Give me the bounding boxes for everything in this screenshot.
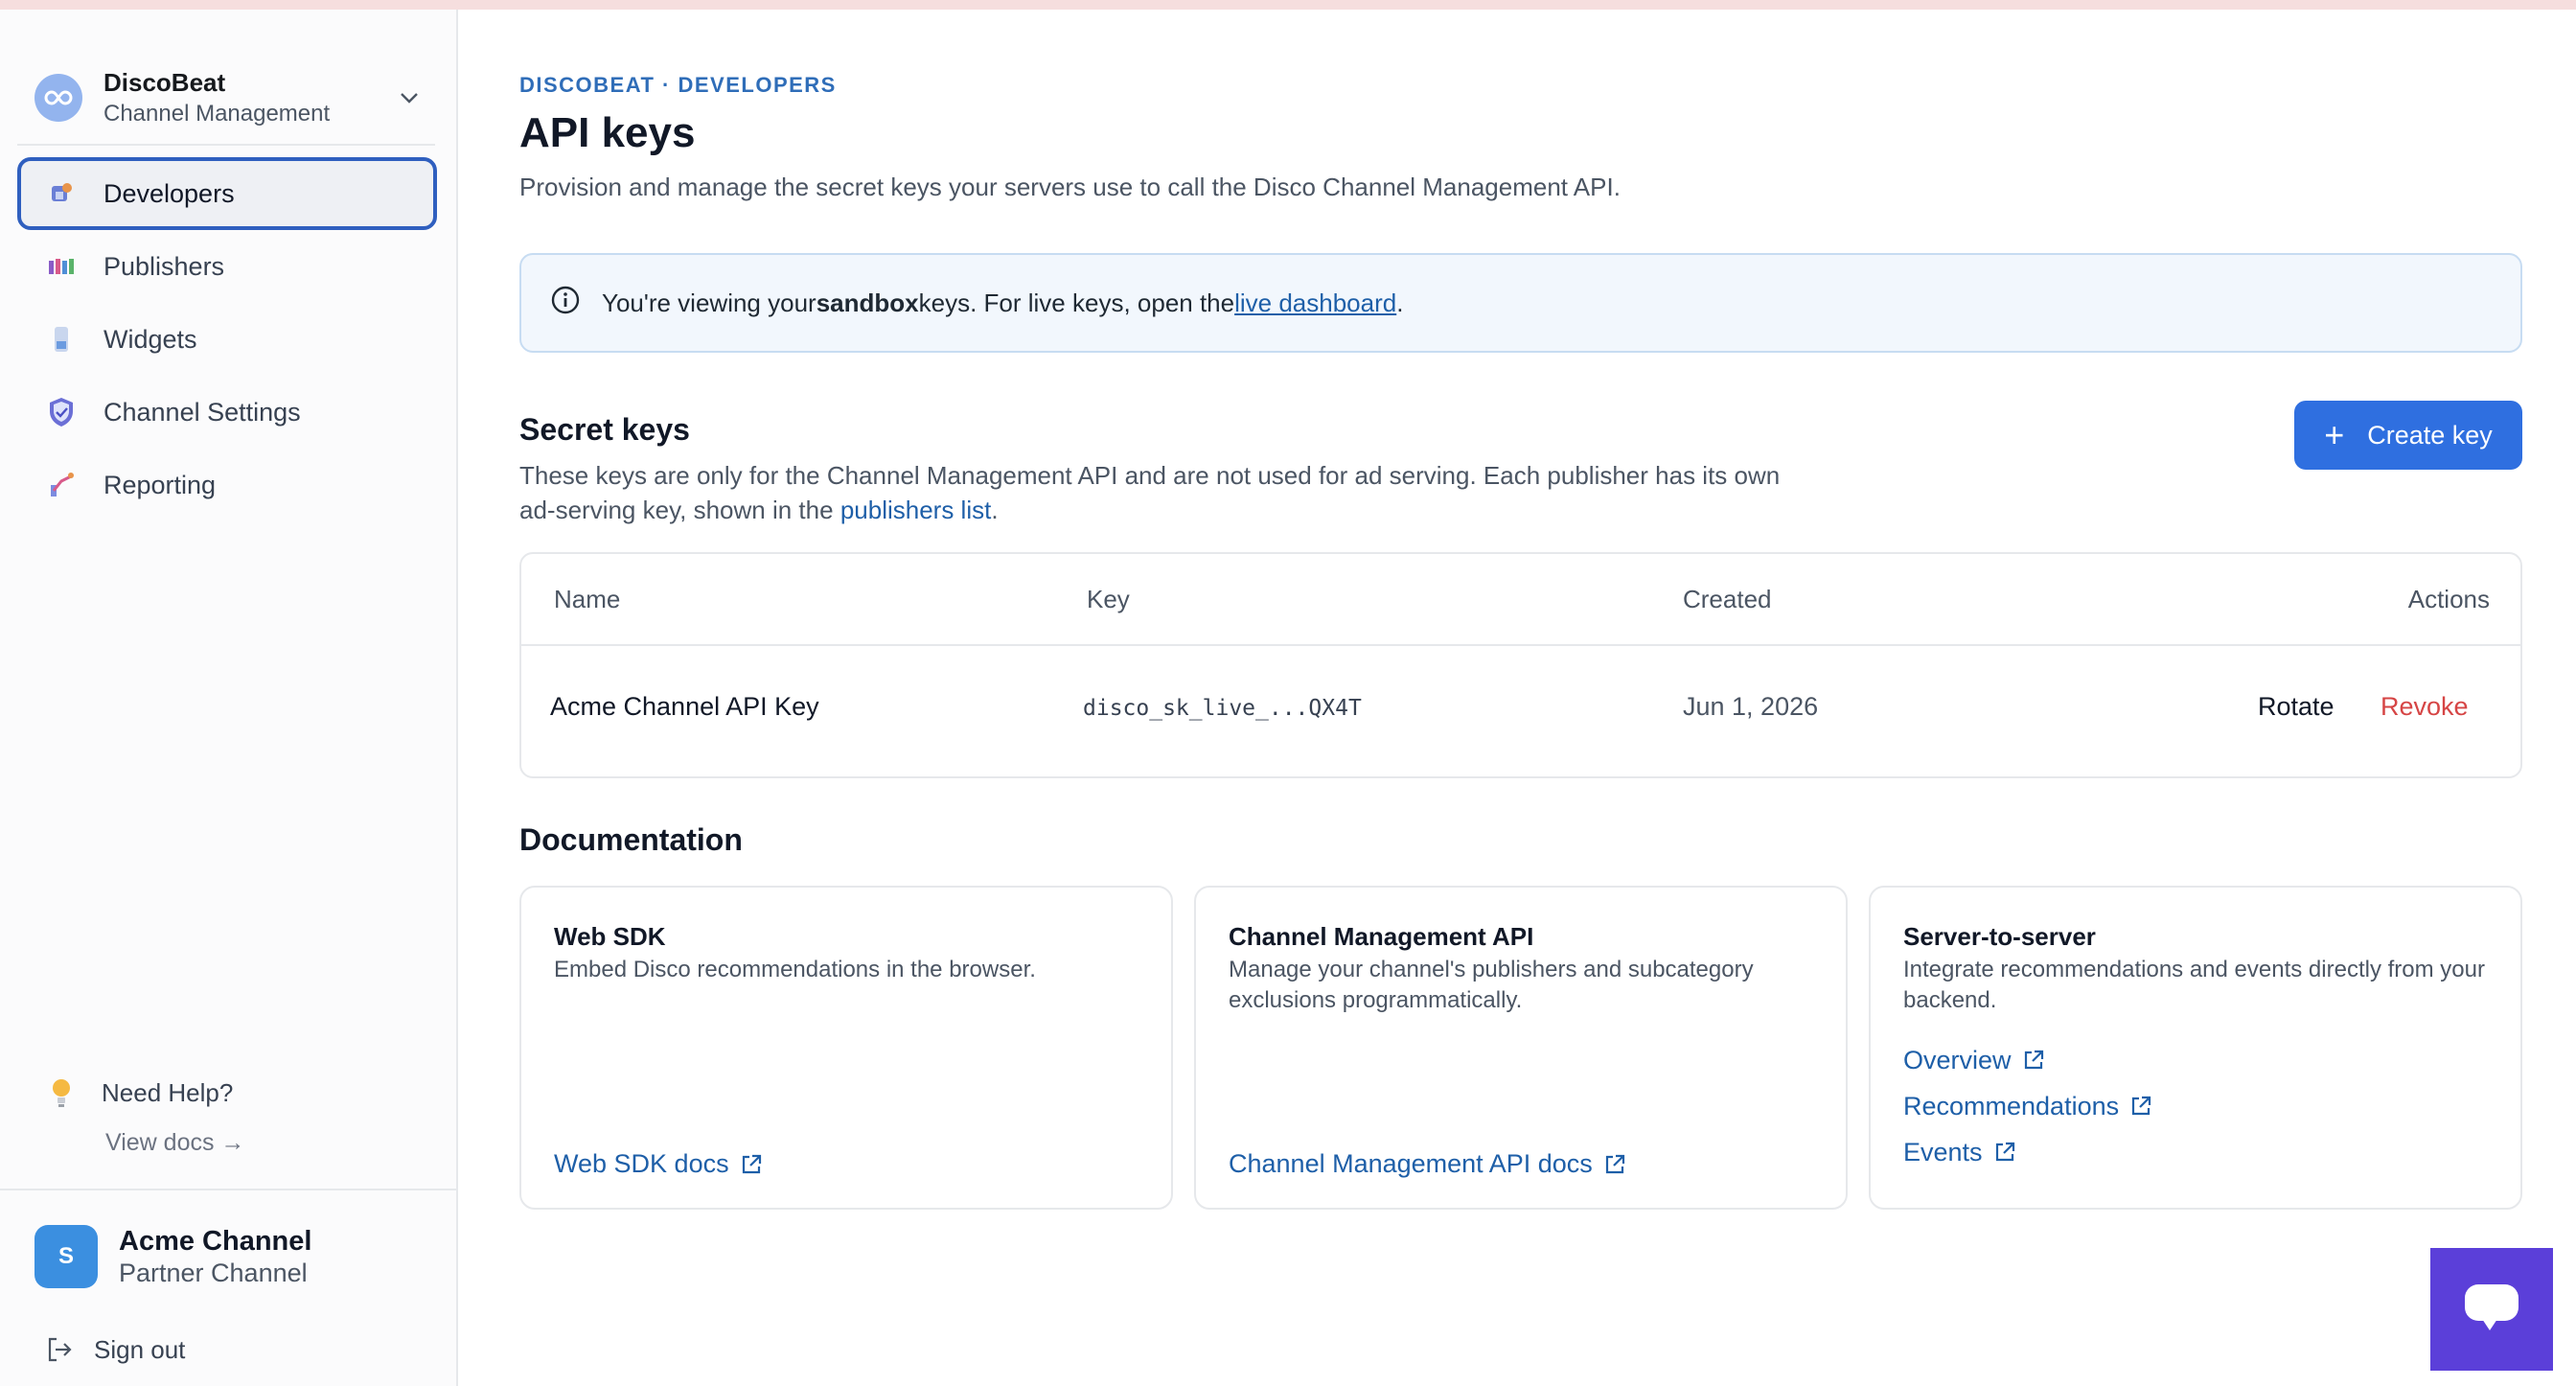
sidebar-item-label: Channel Settings [104,397,301,427]
sidebar-item-widgets[interactable]: Widgets [17,303,437,376]
doc-card-channel-management-api: Channel Management API Manage your chann… [1194,886,1848,1210]
chevron-down-icon[interactable] [395,83,424,112]
secret-keys-description: These keys are only for the Channel Mana… [519,458,1804,527]
documentation-title: Documentation [519,822,743,857]
channel-management-api-docs-link[interactable]: Channel Management API docs [1229,1149,1627,1179]
recommendations-link[interactable]: Recommendations [1903,1083,2488,1129]
sidebar-divider [0,1189,456,1190]
sidebar-item-developers[interactable]: Developers [17,157,437,230]
avatar: S [34,1225,98,1288]
create-key-label: Create key [2367,420,2493,450]
column-header-created: Created [1683,585,1772,613]
banner-text-prefix: You're viewing your [602,288,816,317]
publishers-icon [44,249,79,284]
info-icon [550,285,581,322]
sidebar-item-label: Developers [104,178,235,208]
user-profile[interactable]: S Acme Channel Partner Channel [34,1225,311,1288]
top-strip [0,0,2576,10]
column-header-name: Name [554,585,621,613]
keys-table: Name Key Created Actions Acme Channel AP… [519,552,2522,778]
events-link[interactable]: Events [1903,1129,2488,1175]
external-link-icon [739,1152,764,1177]
table-row: Acme Channel API Key disco_sk_live_...QX… [521,646,2520,776]
page-description: Provision and manage the secret keys you… [519,173,1621,201]
card-title: Server-to-server [1903,922,2096,951]
recommendations-label: Recommendations [1903,1091,2120,1120]
doc-card-web-sdk: Web SDK Embed Disco recommendations in t… [519,886,1173,1210]
breadcrumb: DISCOBEAT · DEVELOPERS [519,73,837,97]
server-to-server-links: Overview Recommendations Events [1903,1037,2488,1175]
chat-launcher-button[interactable] [2430,1248,2553,1371]
sign-out-icon [42,1332,77,1367]
card-description: Manage your channel's publishers and sub… [1229,957,1754,1013]
help-section: Need Help? View docs → [44,1075,244,1157]
external-link-icon [1602,1152,1627,1177]
lightbulb-icon [44,1075,79,1110]
column-header-key: Key [1087,585,1130,613]
publishers-list-link[interactable]: publishers list [840,496,992,524]
web-sdk-docs-link[interactable]: Web SDK docs [554,1149,764,1179]
card-description: Integrate recommendations and events dir… [1903,957,2485,1013]
card-title: Web SDK [554,922,666,951]
banner-text-suffix: . [1396,288,1404,317]
rotate-button[interactable]: Rotate [2258,692,2334,722]
banner-text-middle: keys. For live keys, open the [918,288,1235,317]
doc-card-server-to-server: Server-to-server Integrate recommendatio… [1869,886,2522,1210]
sign-out-button[interactable]: Sign out [42,1332,185,1367]
sign-out-label: Sign out [94,1334,186,1364]
shield-icon [44,395,79,429]
sidebar-item-label: Reporting [104,470,217,499]
overview-label: Overview [1903,1045,2012,1074]
live-dashboard-link[interactable]: live dashboard [1234,289,1396,318]
plus-icon: + [2324,415,2345,454]
developers-icon [44,176,79,211]
org-name: DiscoBeat [104,68,226,97]
events-label: Events [1903,1137,1983,1167]
card-title: Channel Management API [1229,922,1534,951]
org-subtitle: Channel Management [104,101,331,127]
sandbox-banner: You're viewing your sandbox keys. For li… [519,253,2522,353]
external-link-icon [1992,1140,2017,1165]
web-sdk-docs-label: Web SDK docs [554,1149,729,1178]
view-docs-link[interactable]: View docs → [105,1129,244,1157]
key-name-cell: Acme Channel API Key [550,692,819,721]
documentation-cards: Web SDK Embed Disco recommendations in t… [519,886,2522,1210]
external-link-icon [2128,1094,2153,1119]
user-role: Partner Channel [119,1259,308,1287]
chat-bubble-icon [2461,1281,2522,1339]
external-link-icon [2021,1048,2046,1073]
sidebar-nav: Developers Publishers Widgets Channel Se… [17,157,437,521]
card-description: Embed Disco recommendations in the brows… [554,957,1036,982]
sidebar: DiscoBeat Channel Management Developers … [0,10,458,1386]
user-name: Acme Channel [119,1226,312,1257]
create-key-button[interactable]: + Create key [2294,401,2522,470]
created-date-cell: Jun 1, 2026 [1683,692,1819,721]
overview-link[interactable]: Overview [1903,1037,2488,1083]
key-value-cell: disco_sk_live_...QX4T [1083,696,1362,721]
banner-bold-text: sandbox [816,288,919,317]
secret-keys-title: Secret keys [519,412,690,447]
help-label: Need Help? [102,1077,234,1107]
widgets-icon [44,322,79,357]
revoke-button[interactable]: Revoke [2380,692,2469,722]
sidebar-item-label: Publishers [104,251,225,281]
channel-management-api-docs-label: Channel Management API docs [1229,1149,1593,1178]
page-title: API keys [519,109,696,156]
reporting-icon [44,468,79,502]
secret-keys-desc-suffix: . [991,496,999,524]
table-header: Name Key Created Actions [521,554,2520,646]
org-logo-icon [34,74,82,122]
secret-keys-desc-text: These keys are only for the Channel Mana… [519,461,1781,524]
org-switcher[interactable]: DiscoBeat Channel Management [34,50,424,146]
sidebar-item-label: Widgets [104,324,197,354]
sidebar-item-channel-settings[interactable]: Channel Settings [17,376,437,449]
sidebar-item-publishers[interactable]: Publishers [17,230,437,303]
sidebar-divider [17,144,435,146]
sidebar-item-reporting[interactable]: Reporting [17,449,437,521]
column-header-actions: Actions [2407,585,2490,613]
